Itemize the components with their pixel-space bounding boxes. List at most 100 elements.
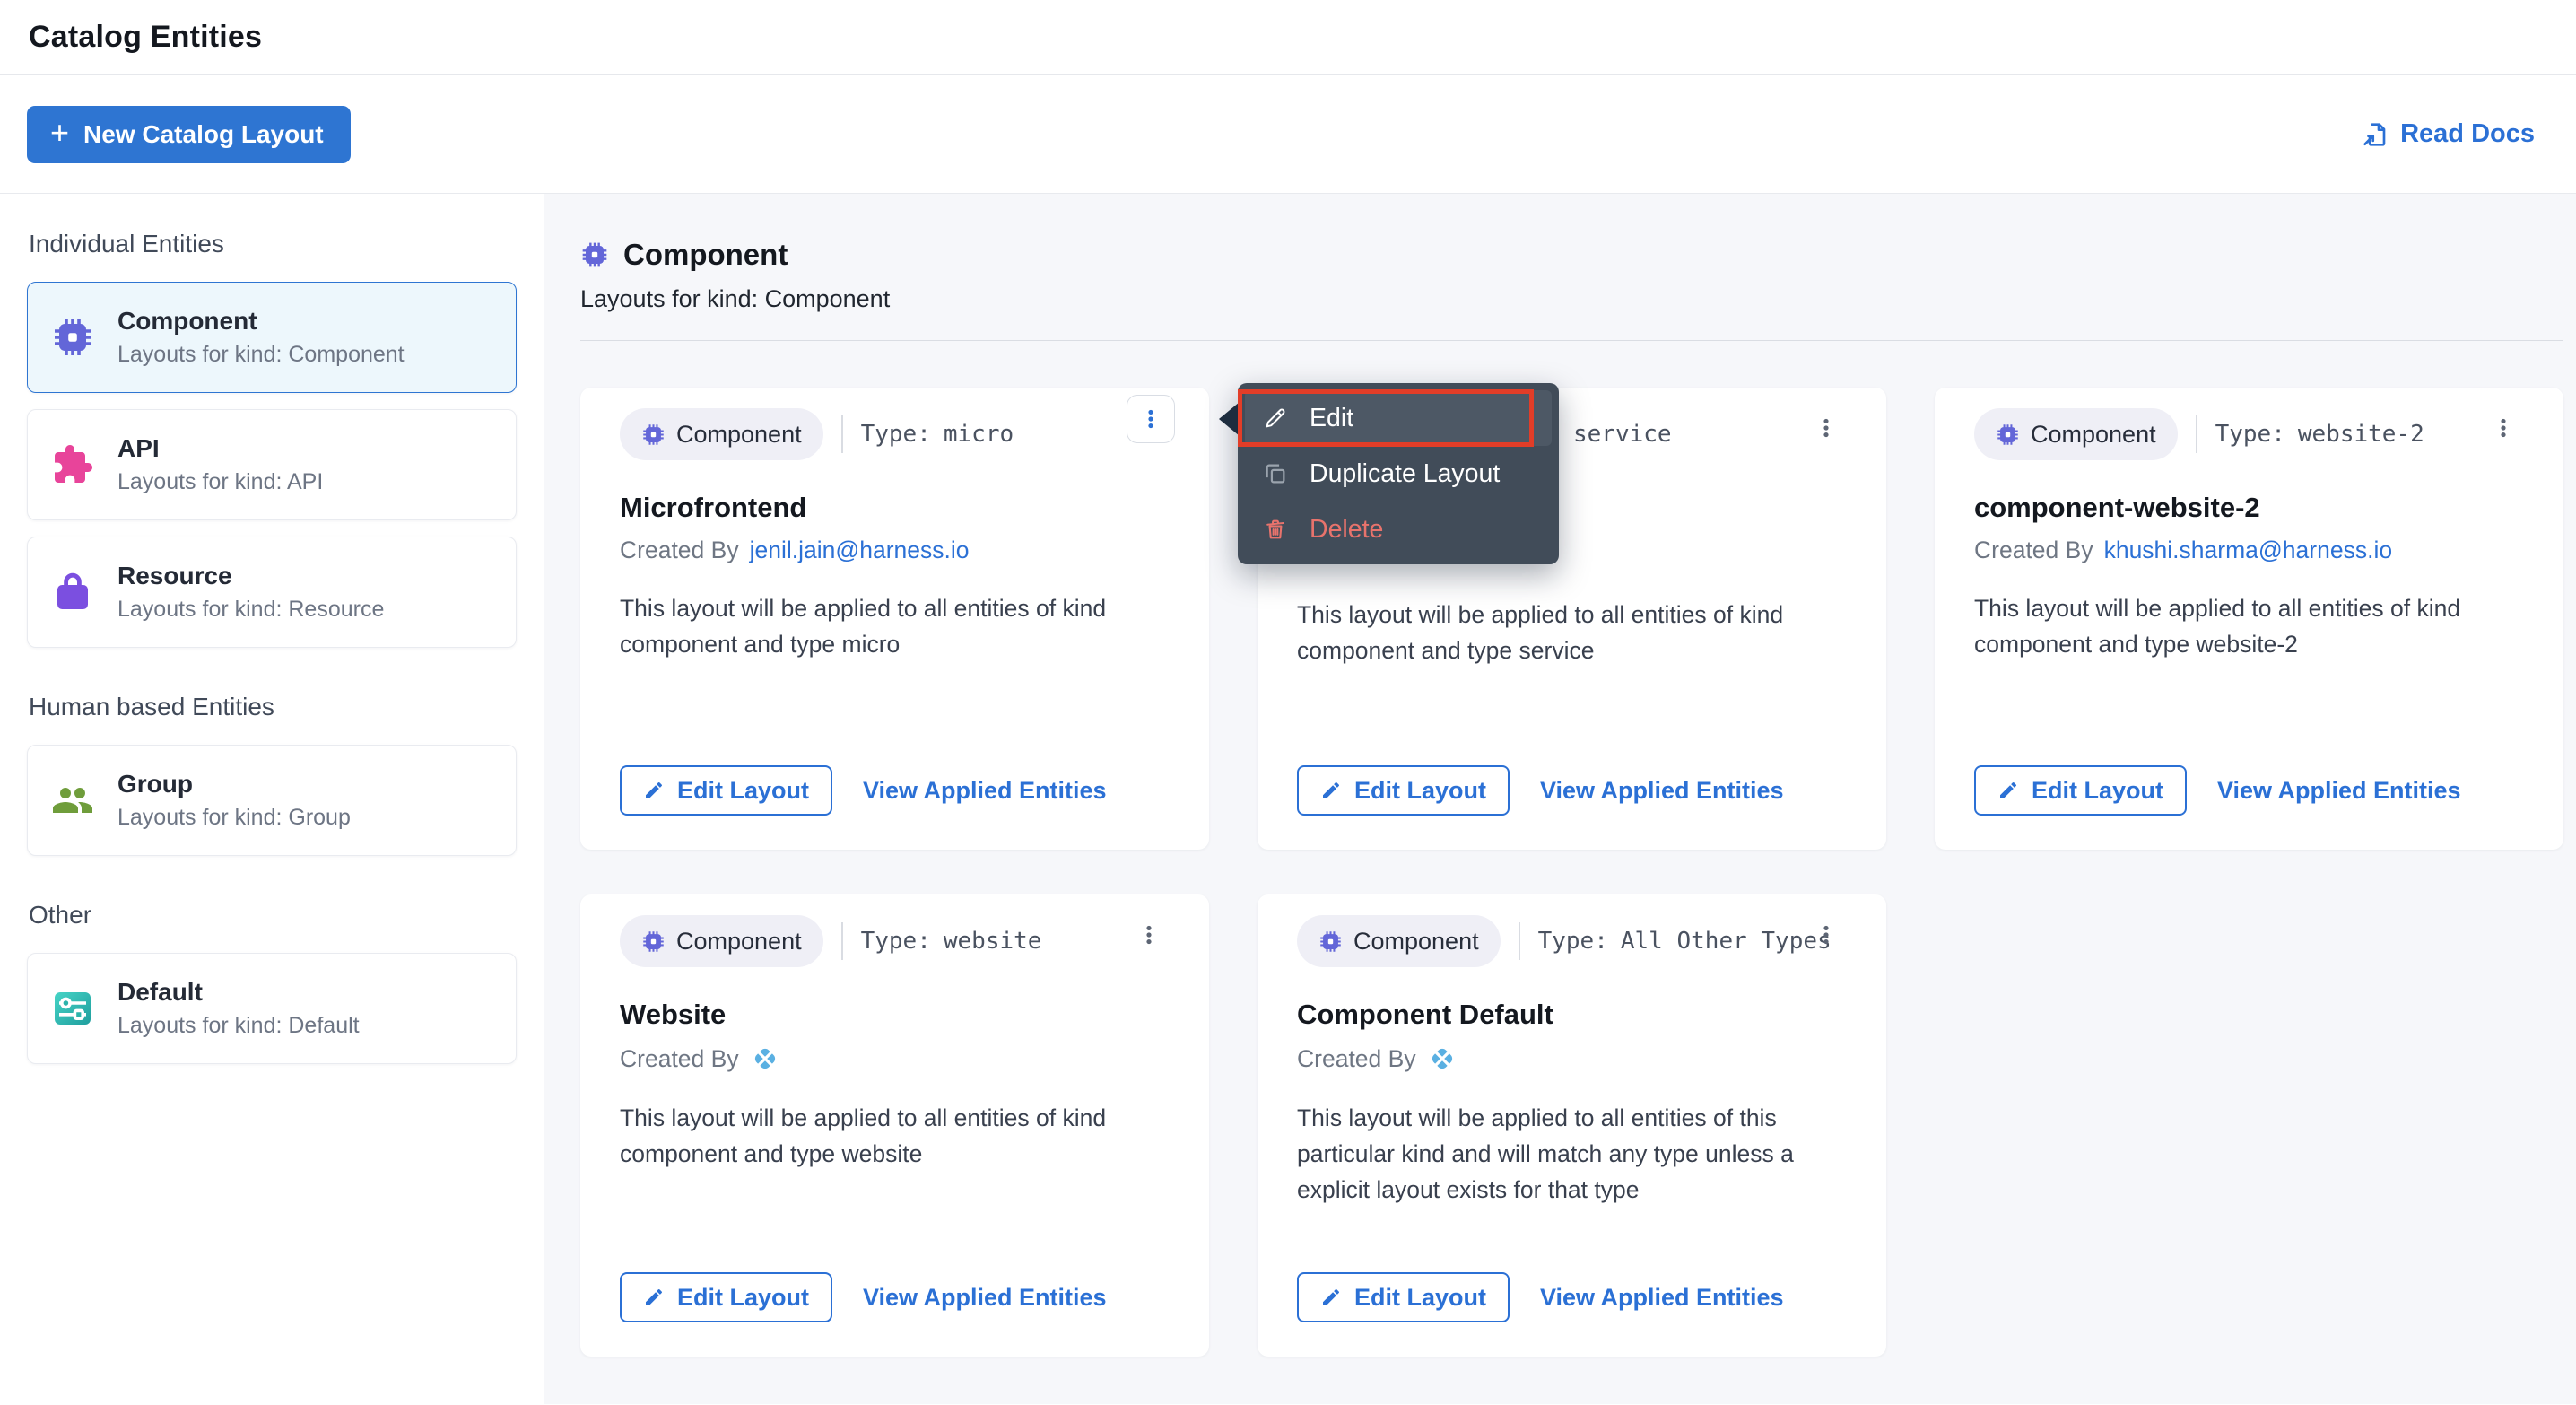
kind-title: Component xyxy=(623,238,788,272)
card-description: This layout will be applied to all entit… xyxy=(620,1101,1170,1173)
card-menu-button[interactable] xyxy=(1125,911,1173,959)
menu-item-edit[interactable]: Edit xyxy=(1245,390,1552,446)
type-text: Type: micro xyxy=(861,421,1014,448)
pencil-icon xyxy=(1997,780,2019,801)
kebab-icon xyxy=(1815,923,1838,947)
kind-badge-label: Component xyxy=(1353,928,1479,956)
creator-email-link[interactable]: khushi.sharma@harness.io xyxy=(2104,537,2393,564)
divider xyxy=(841,415,843,453)
card-context-menu: Edit Duplicate Layout Delete xyxy=(1238,383,1559,564)
type-label: Type: xyxy=(861,421,931,448)
action-bar: + New Catalog Layout Read Docs xyxy=(0,75,2576,194)
layout-cards-grid: Component Type: micro Microfrontend Crea… xyxy=(580,388,2563,1357)
sidebar-item-text: API Layouts for kind: API xyxy=(117,434,323,495)
card-title: Component Default xyxy=(1297,999,1847,1031)
harness-logo-icon xyxy=(1427,1043,1458,1074)
card-footer: Edit Layout View Applied Entities xyxy=(620,1272,1170,1322)
edit-layout-button[interactable]: Edit Layout xyxy=(1974,765,2187,816)
sidebar-item-title: Group xyxy=(117,770,351,798)
kind-badge-label: Component xyxy=(676,928,802,956)
sidebar-item-subtitle: Layouts for kind: Component xyxy=(117,342,405,368)
type-label: Type: xyxy=(1538,928,1608,955)
component-chip-icon xyxy=(1996,423,2020,447)
pencil-icon xyxy=(643,1287,665,1308)
kind-subtitle: Layouts for kind: Component xyxy=(580,285,2563,313)
card-menu-button[interactable] xyxy=(2479,404,2528,452)
card-footer: Edit Layout View Applied Entities xyxy=(1974,765,2524,816)
edit-layout-label: Edit Layout xyxy=(677,1284,809,1312)
read-docs-label: Read Docs xyxy=(2400,119,2535,149)
card-menu-button-active[interactable] xyxy=(1127,395,1175,443)
read-docs-link[interactable]: Read Docs xyxy=(2361,119,2535,149)
view-applied-entities-link[interactable]: View Applied Entities xyxy=(1540,777,1784,805)
sidebar-item-group[interactable]: Group Layouts for kind: Group xyxy=(27,745,517,856)
kebab-icon xyxy=(2492,416,2515,440)
type-text: Type: website xyxy=(861,928,1042,955)
view-applied-entities-link[interactable]: View Applied Entities xyxy=(863,1284,1107,1312)
pencil-icon xyxy=(1263,406,1288,431)
edit-layout-button[interactable]: Edit Layout xyxy=(1297,1272,1510,1322)
edit-layout-label: Edit Layout xyxy=(1354,1284,1486,1312)
type-value: service xyxy=(1573,421,1672,448)
created-by: Created By xyxy=(1297,1043,1847,1074)
kind-badge: Component xyxy=(1297,915,1501,967)
menu-item-duplicate-layout[interactable]: Duplicate Layout xyxy=(1245,446,1552,502)
top-title-bar: Catalog Entities xyxy=(0,0,2576,75)
creator-email-link[interactable]: jenil.jain@harness.io xyxy=(750,537,970,564)
trash-icon xyxy=(1263,517,1288,542)
layouts-main-panel: Component Layouts for kind: Component Co… xyxy=(544,194,2576,1404)
pencil-icon xyxy=(1320,1287,1342,1308)
sidebar-item-resource[interactable]: Resource Layouts for kind: Resource xyxy=(27,537,517,648)
sidebar-item-subtitle: Layouts for kind: Resource xyxy=(117,597,384,623)
edit-layout-button[interactable]: Edit Layout xyxy=(620,765,832,816)
menu-item-delete[interactable]: Delete xyxy=(1245,502,1552,557)
card-menu-button[interactable] xyxy=(1802,404,1850,452)
card-menu-button[interactable] xyxy=(1802,911,1850,959)
sidebar-item-subtitle: Layouts for kind: Default xyxy=(117,1013,360,1039)
new-catalog-layout-label: New Catalog Layout xyxy=(83,120,324,149)
divider xyxy=(841,922,843,960)
card-description: This layout will be applied to all entit… xyxy=(620,591,1170,663)
pencil-icon xyxy=(1320,780,1342,801)
kebab-icon xyxy=(1815,416,1838,440)
section-label-other: Other xyxy=(29,901,515,929)
card-title: Microfrontend xyxy=(620,492,1170,524)
people-icon xyxy=(51,779,94,822)
pencil-icon xyxy=(643,780,665,801)
card-meta-row: Component Type: website-2 xyxy=(1974,407,2524,461)
sidebar-item-text: Group Layouts for kind: Group xyxy=(117,770,351,831)
view-applied-entities-link[interactable]: View Applied Entities xyxy=(2217,777,2461,805)
plus-icon: + xyxy=(50,117,69,149)
kind-badge-label: Component xyxy=(2031,421,2156,449)
layout-card-website: Component Type: website Website Created … xyxy=(580,894,1209,1357)
harness-logo-icon xyxy=(750,1043,780,1074)
sidebar-item-component[interactable]: Component Layouts for kind: Component xyxy=(27,282,517,393)
component-chip-icon xyxy=(641,423,666,447)
copy-icon xyxy=(1263,461,1288,486)
created-by: Created By jenil.jain@harness.io xyxy=(620,537,1170,564)
card-footer: Edit Layout View Applied Entities xyxy=(620,765,1170,816)
kind-badge: Component xyxy=(620,915,823,967)
sidebar-item-api[interactable]: API Layouts for kind: API xyxy=(27,409,517,520)
menu-item-label: Duplicate Layout xyxy=(1310,459,1500,489)
type-text: Type: website-2 xyxy=(2215,421,2424,448)
created-by: Created By xyxy=(620,1043,1170,1074)
edit-layout-button[interactable]: Edit Layout xyxy=(620,1272,832,1322)
new-catalog-layout-button[interactable]: + New Catalog Layout xyxy=(27,106,351,163)
card-meta-row: Component Type: website xyxy=(620,914,1170,968)
sidebar-item-default[interactable]: Default Layouts for kind: Default xyxy=(27,953,517,1064)
component-chip-icon xyxy=(51,316,94,359)
sidebar-item-text: Default Layouts for kind: Default xyxy=(117,978,360,1039)
card-footer: Edit Layout View Applied Entities xyxy=(1297,1272,1847,1322)
edit-layout-button[interactable]: Edit Layout xyxy=(1297,765,1510,816)
view-applied-entities-link[interactable]: View Applied Entities xyxy=(1540,1284,1784,1312)
card-title: component-website-2 xyxy=(1974,492,2524,524)
view-applied-entities-link[interactable]: View Applied Entities xyxy=(863,777,1107,805)
created-by-label: Created By xyxy=(620,537,739,564)
created-by-label: Created By xyxy=(1297,1045,1416,1073)
kebab-icon xyxy=(1137,923,1161,947)
kebab-icon xyxy=(1139,407,1162,431)
type-value: website-2 xyxy=(2298,421,2424,448)
card-description: This layout will be applied to all entit… xyxy=(1297,598,1847,669)
divider xyxy=(1519,922,1520,960)
